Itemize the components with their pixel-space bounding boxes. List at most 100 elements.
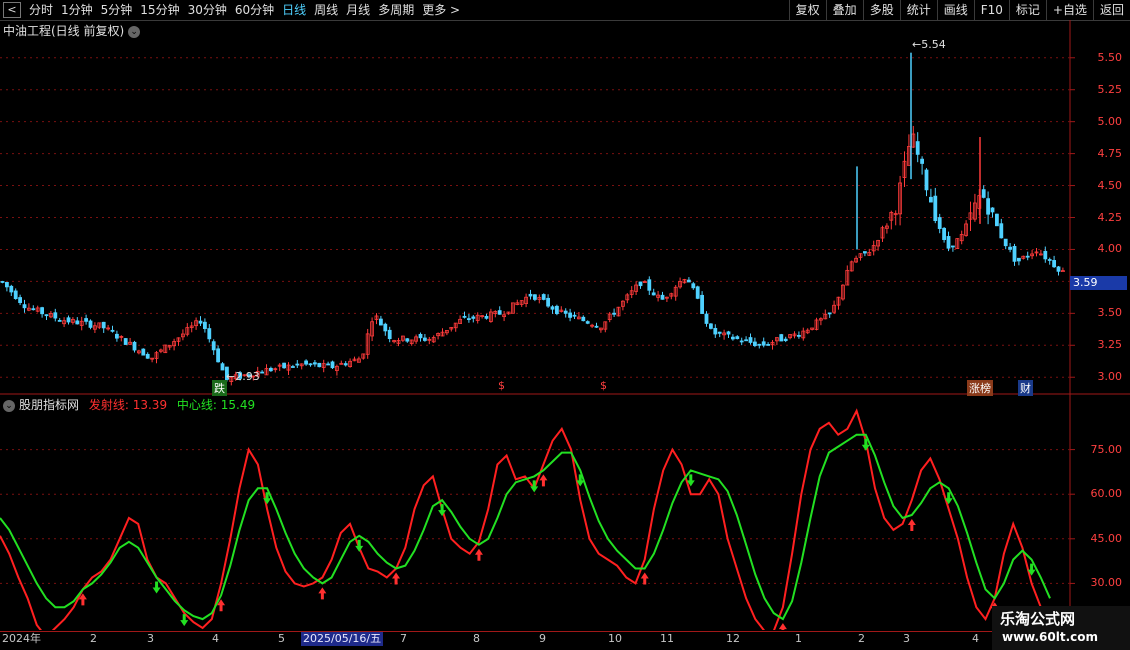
event-label-drop[interactable]: 跌 xyxy=(212,380,227,396)
candle-body xyxy=(995,213,999,227)
candle-body xyxy=(31,308,36,311)
candle-body xyxy=(202,321,207,329)
tab-daily[interactable]: 日线 xyxy=(278,0,310,20)
candle-body xyxy=(22,304,27,309)
date-label: 3 xyxy=(903,632,910,645)
tab-intraday[interactable]: 分时 xyxy=(25,0,57,20)
date-label-selected[interactable]: 2025/05/16/五 xyxy=(301,632,384,646)
mark-button[interactable]: 标记 xyxy=(1008,0,1046,20)
tab-60min[interactable]: 60分钟 xyxy=(231,0,278,20)
event-label-finance[interactable]: 财 xyxy=(1018,380,1033,396)
candle-body xyxy=(101,321,106,329)
candle-body xyxy=(779,334,784,342)
candle-body xyxy=(1012,246,1017,262)
event-label-limit-up[interactable]: 涨榜 xyxy=(967,380,993,396)
date-label: 2 xyxy=(90,632,97,645)
candle-body xyxy=(946,236,951,249)
candle-body xyxy=(572,314,577,317)
candle-body xyxy=(216,348,221,363)
candle-body xyxy=(981,189,986,198)
candle-body xyxy=(132,341,137,351)
candle-body xyxy=(330,361,335,369)
back-arrow-button[interactable]: < xyxy=(3,2,21,18)
date-label: 4 xyxy=(972,632,979,645)
date-label: 1 xyxy=(795,632,802,645)
candle-body xyxy=(1017,257,1021,262)
tab-15min[interactable]: 15分钟 xyxy=(136,0,183,20)
candle-body xyxy=(317,362,322,368)
candle-body xyxy=(13,290,18,300)
candle-body xyxy=(986,198,990,215)
candle-body xyxy=(308,363,313,366)
high-price-value: 5.54 xyxy=(921,38,946,51)
date-label: 11 xyxy=(660,632,674,645)
candle-body xyxy=(84,318,88,322)
tab-30min[interactable]: 30分钟 xyxy=(184,0,231,20)
multi-stock-button[interactable]: 多股 xyxy=(862,0,900,20)
candle-body xyxy=(541,294,546,300)
price-tick-label: 4.50 xyxy=(1097,178,1123,192)
signal-line xyxy=(0,408,1051,630)
candle-body xyxy=(757,343,762,346)
statistics-button[interactable]: 统计 xyxy=(899,0,937,20)
tab-more[interactable]: 更多 > xyxy=(418,0,464,20)
candle-body xyxy=(343,363,348,366)
date-axis: 2024年 2 3 4 5 2025/05/16/五 7 8 9 10 11 1… xyxy=(0,631,1070,646)
candle-body xyxy=(863,251,867,254)
candle-body xyxy=(260,371,265,374)
date-label: 2024年 xyxy=(2,632,41,645)
price-tick-label: 4.00 xyxy=(1097,242,1123,256)
date-label: 8 xyxy=(473,632,480,645)
candle-body xyxy=(929,196,933,203)
candle-body xyxy=(66,317,71,323)
tab-5min[interactable]: 5分钟 xyxy=(97,0,137,20)
event-label-dollar[interactable]: $ xyxy=(600,379,607,392)
overlay-button[interactable]: 叠加 xyxy=(825,0,863,20)
add-watchlist-button[interactable]: +自选 xyxy=(1045,0,1093,20)
current-price-badge: 3.59 xyxy=(1070,276,1127,290)
watermark-url: www.60lt.com xyxy=(1002,630,1099,644)
candle-body xyxy=(550,306,555,310)
candle-body xyxy=(594,325,599,328)
buy-arrow-icon xyxy=(392,572,401,585)
price-tick-label: 5.25 xyxy=(1097,82,1123,96)
candle-body xyxy=(568,312,572,318)
candle-body xyxy=(528,293,533,297)
candle-body xyxy=(990,207,995,213)
tab-weekly[interactable]: 周线 xyxy=(310,0,342,20)
date-label: 9 xyxy=(539,632,546,645)
draw-line-button[interactable]: 画线 xyxy=(936,0,974,20)
candle-body xyxy=(145,353,150,359)
candle-body xyxy=(312,362,317,365)
low-price-marker: ←2.93 xyxy=(226,370,260,383)
candle-body xyxy=(726,331,731,335)
date-label: 4 xyxy=(212,632,219,645)
return-button[interactable]: 返回 xyxy=(1092,0,1130,20)
candle-body xyxy=(123,338,128,345)
tab-1min[interactable]: 1分钟 xyxy=(57,0,97,20)
candle-body xyxy=(687,279,691,283)
candle-body xyxy=(695,286,700,299)
indicator-tick-label: 60.00 xyxy=(1090,487,1123,501)
adjust-button[interactable]: 复权 xyxy=(788,0,826,20)
candle-body xyxy=(651,292,656,296)
date-label: 5 xyxy=(278,632,285,645)
candle-body xyxy=(422,337,427,341)
candle-body xyxy=(405,338,410,342)
candle-body xyxy=(735,336,740,340)
candle-body xyxy=(484,315,489,319)
candle-body xyxy=(18,297,23,303)
chart-canvas[interactable] xyxy=(0,20,1130,630)
candle-body xyxy=(268,367,273,372)
tab-multi-period[interactable]: 多周期 xyxy=(374,0,418,20)
tab-monthly[interactable]: 月线 xyxy=(342,0,374,20)
sell-arrow-icon xyxy=(152,581,161,594)
indicator-tick-label: 30.00 xyxy=(1090,576,1123,590)
candle-body xyxy=(304,360,309,365)
candle-body xyxy=(924,169,929,191)
toolbar-actions: 复权 叠加 多股 统计 画线 F10 标记 +自选 返回 xyxy=(788,0,1130,20)
candle-body xyxy=(1025,255,1030,258)
f10-button[interactable]: F10 xyxy=(973,0,1009,20)
candle-body xyxy=(40,307,44,315)
event-label-dollar[interactable]: $ xyxy=(498,379,505,392)
